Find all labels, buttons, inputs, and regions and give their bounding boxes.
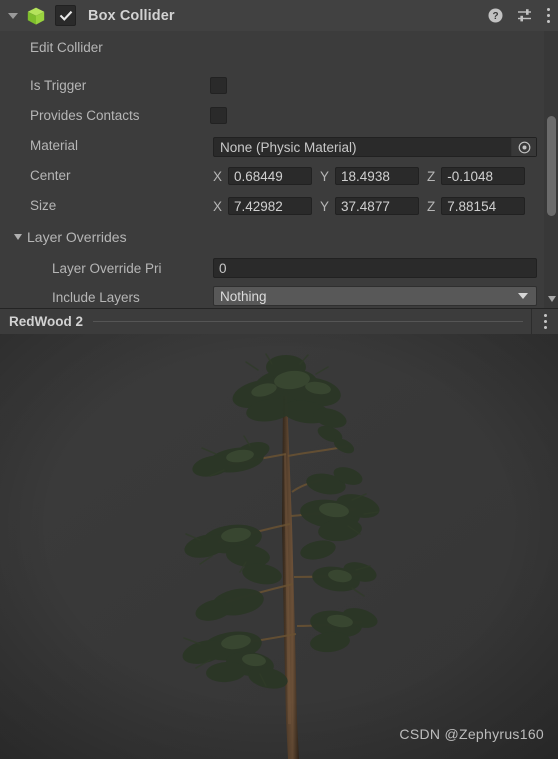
include-layers-label: Include Layers <box>52 289 140 305</box>
material-label: Material <box>30 137 79 153</box>
center-x-axis-label: X <box>213 168 223 184</box>
edit-collider-label: Edit Collider <box>30 39 103 55</box>
center-label: Center <box>30 167 71 183</box>
more-menu-icon[interactable] <box>547 8 550 23</box>
chevron-down-icon <box>8 12 18 19</box>
layer-override-priority-input[interactable]: 0 <box>213 258 537 278</box>
size-x-input[interactable]: 7.42982 <box>228 197 313 215</box>
row-edit-collider: Edit Collider <box>0 36 558 58</box>
is-trigger-checkbox[interactable] <box>210 76 227 94</box>
material-object-field[interactable]: None (Physic Material) <box>213 137 537 157</box>
include-layers-value: Nothing <box>220 288 267 304</box>
size-z-axis-label: Z <box>427 198 436 214</box>
center-vector3-field: X 0.68449 Y 18.4938 Z -0.1048 <box>213 167 526 185</box>
center-y-input[interactable]: 18.4938 <box>335 167 420 185</box>
center-z-input[interactable]: -0.1048 <box>441 167 526 185</box>
row-provides-contacts: Provides Contacts <box>0 104 558 126</box>
tree-model-render <box>0 334 558 759</box>
layer-override-priority-label: Layer Override Pri <box>52 260 162 276</box>
preview-divider <box>93 321 523 322</box>
preview-title: RedWood 2 <box>9 314 83 329</box>
preview-header: RedWood 2 <box>0 308 558 335</box>
preview-viewport[interactable]: CSDN @Zephyrus160 <box>0 334 558 759</box>
help-icon[interactable]: ? <box>488 8 503 23</box>
redwood-tree-svg <box>0 334 558 759</box>
component-title: Box Collider <box>88 7 175 24</box>
center-x-input[interactable]: 0.68449 <box>228 167 313 185</box>
layer-overrides-section-header[interactable]: Layer Overrides <box>0 226 558 248</box>
provides-contacts-checkbox[interactable] <box>210 106 227 124</box>
unity-inspector-panel: Box Collider ? Edit Collider Is Trigger … <box>0 0 558 759</box>
scrollbar-thumb[interactable] <box>546 116 556 216</box>
watermark-text: CSDN @Zephyrus160 <box>399 726 544 742</box>
object-picker-icon[interactable] <box>511 138 536 156</box>
checkmark-icon <box>59 10 72 21</box>
size-y-input[interactable]: 37.4877 <box>335 197 420 215</box>
kebab-menu-icon[interactable] <box>531 309 558 334</box>
center-z-axis-label: Z <box>427 168 436 184</box>
svg-text:?: ? <box>492 11 498 22</box>
provides-contacts-label: Provides Contacts <box>30 107 140 123</box>
box-collider-cube-icon <box>27 7 45 25</box>
size-y-axis-label: Y <box>320 198 330 214</box>
include-layers-dropdown[interactable]: Nothing <box>213 286 537 306</box>
size-vector3-field: X 7.42982 Y 37.4877 Z 7.88154 <box>213 197 526 215</box>
component-enabled-checkbox[interactable] <box>55 5 76 26</box>
is-trigger-label: Is Trigger <box>30 77 87 93</box>
header-icon-group: ? <box>488 0 550 31</box>
chevron-down-icon <box>518 293 528 299</box>
material-value: None (Physic Material) <box>220 139 357 155</box>
scroll-down-arrow-icon[interactable] <box>547 296 556 302</box>
size-x-axis-label: X <box>213 198 223 214</box>
inspector-body: Edit Collider Is Trigger Provides Contac… <box>0 31 558 308</box>
size-label: Size <box>30 197 57 213</box>
layer-overrides-label: Layer Overrides <box>27 229 127 245</box>
row-is-trigger: Is Trigger <box>0 74 558 96</box>
center-y-axis-label: Y <box>320 168 330 184</box>
component-header: Box Collider ? <box>0 0 558 32</box>
preset-icon[interactable] <box>517 8 533 23</box>
inspector-vertical-scrollbar[interactable] <box>544 31 558 308</box>
component-foldout-toggle[interactable] <box>0 0 26 31</box>
chevron-down-icon <box>14 234 22 240</box>
size-z-input[interactable]: 7.88154 <box>441 197 526 215</box>
